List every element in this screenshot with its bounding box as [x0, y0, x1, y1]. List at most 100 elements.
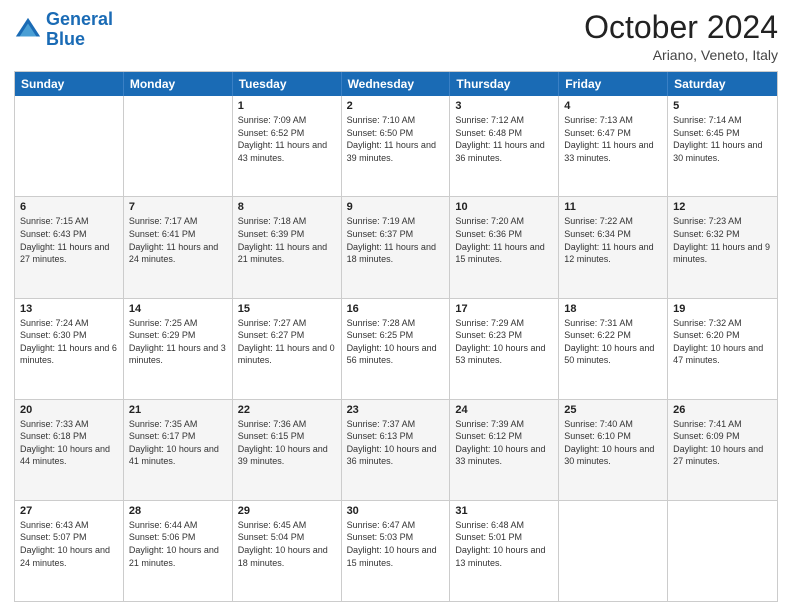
day-number: 7 [129, 201, 227, 213]
cell-content: Sunrise: 7:09 AM Sunset: 6:52 PM Dayligh… [238, 114, 336, 164]
cell-content: Sunrise: 7:40 AM Sunset: 6:10 PM Dayligh… [564, 418, 662, 468]
header-tuesday: Tuesday [233, 72, 342, 96]
table-row: 2 Sunrise: 7:10 AM Sunset: 6:50 PM Daylig… [342, 96, 451, 196]
day-number: 30 [347, 505, 445, 517]
table-row: 16 Sunrise: 7:28 AM Sunset: 6:25 PM Dayli… [342, 299, 451, 399]
cell-content: Sunrise: 6:45 AM Sunset: 5:04 PM Dayligh… [238, 519, 336, 569]
table-row: 7Sunrise: 7:17 AM Sunset: 6:41 PM Daylig… [124, 197, 233, 297]
cell-content: Sunrise: 7:35 AM Sunset: 6:17 PM Dayligh… [129, 418, 227, 468]
header-saturday: Saturday [668, 72, 777, 96]
table-row: 24 Sunrise: 7:39 AM Sunset: 6:12 PM Dayli… [450, 400, 559, 500]
calendar-header: Sunday Monday Tuesday Wednesday Thursday… [15, 72, 777, 96]
table-row [124, 96, 233, 196]
header-thursday: Thursday [450, 72, 559, 96]
table-row [15, 96, 124, 196]
cell-content: Sunrise: 7:28 AM Sunset: 6:25 PM Dayligh… [347, 317, 445, 367]
calendar-row: 20Sunrise: 7:33 AM Sunset: 6:18 PM Dayli… [15, 399, 777, 500]
day-number: 29 [238, 505, 336, 517]
cell-content: Sunrise: 6:48 AM Sunset: 5:01 PM Dayligh… [455, 519, 553, 569]
cell-content: Sunrise: 7:14 AM Sunset: 6:45 PM Dayligh… [673, 114, 772, 164]
table-row: 31 Sunrise: 6:48 AM Sunset: 5:01 PM Dayli… [450, 501, 559, 601]
table-row [559, 501, 668, 601]
table-row: 6 Sunrise: 7:15 AM Sunset: 6:43 PM Daylig… [15, 197, 124, 297]
calendar: Sunday Monday Tuesday Wednesday Thursday… [14, 71, 778, 602]
day-number: 1 [238, 100, 336, 112]
day-number: 10 [455, 201, 553, 213]
cell-content: Sunrise: 7:32 AM Sunset: 6:20 PM Dayligh… [673, 317, 772, 367]
header-friday: Friday [559, 72, 668, 96]
table-row: 20Sunrise: 7:33 AM Sunset: 6:18 PM Dayli… [15, 400, 124, 500]
logo-text: General Blue [46, 10, 113, 50]
cell-content: Sunrise: 7:13 AM Sunset: 6:47 PM Dayligh… [564, 114, 662, 164]
table-row: 28 Sunrise: 6:44 AM Sunset: 5:06 PM Dayli… [124, 501, 233, 601]
table-row: 8Sunrise: 7:18 AM Sunset: 6:39 PM Daylig… [233, 197, 342, 297]
logo-blue: Blue [46, 29, 85, 49]
table-row: 30 Sunrise: 6:47 AM Sunset: 5:03 PM Dayli… [342, 501, 451, 601]
day-number: 21 [129, 404, 227, 416]
cell-content: Sunrise: 7:22 AM Sunset: 6:34 PM Dayligh… [564, 215, 662, 265]
table-row: 19 Sunrise: 7:32 AM Sunset: 6:20 PM Dayli… [668, 299, 777, 399]
day-number: 11 [564, 201, 662, 213]
table-row: 25Sunrise: 7:40 AM Sunset: 6:10 PM Dayli… [559, 400, 668, 500]
logo-general: General [46, 9, 113, 29]
table-row: 1 Sunrise: 7:09 AM Sunset: 6:52 PM Daylig… [233, 96, 342, 196]
day-number: 28 [129, 505, 227, 517]
table-row: 9 Sunrise: 7:19 AM Sunset: 6:37 PM Daylig… [342, 197, 451, 297]
day-number: 12 [673, 201, 772, 213]
calendar-body: 1 Sunrise: 7:09 AM Sunset: 6:52 PM Daylig… [15, 96, 777, 601]
day-number: 6 [20, 201, 118, 213]
cell-content: Sunrise: 6:43 AM Sunset: 5:07 PM Dayligh… [20, 519, 118, 569]
table-row: 29 Sunrise: 6:45 AM Sunset: 5:04 PM Dayli… [233, 501, 342, 601]
day-number: 23 [347, 404, 445, 416]
table-row: 14Sunrise: 7:25 AM Sunset: 6:29 PM Dayli… [124, 299, 233, 399]
table-row: 17 Sunrise: 7:29 AM Sunset: 6:23 PM Dayli… [450, 299, 559, 399]
day-number: 27 [20, 505, 118, 517]
day-number: 4 [564, 100, 662, 112]
table-row: 18Sunrise: 7:31 AM Sunset: 6:22 PM Dayli… [559, 299, 668, 399]
cell-content: Sunrise: 7:41 AM Sunset: 6:09 PM Dayligh… [673, 418, 772, 468]
day-number: 14 [129, 303, 227, 315]
day-number: 19 [673, 303, 772, 315]
cell-content: Sunrise: 7:10 AM Sunset: 6:50 PM Dayligh… [347, 114, 445, 164]
table-row: 27 Sunrise: 6:43 AM Sunset: 5:07 PM Dayli… [15, 501, 124, 601]
table-row: 22Sunrise: 7:36 AM Sunset: 6:15 PM Dayli… [233, 400, 342, 500]
cell-content: Sunrise: 7:12 AM Sunset: 6:48 PM Dayligh… [455, 114, 553, 164]
table-row: 4 Sunrise: 7:13 AM Sunset: 6:47 PM Daylig… [559, 96, 668, 196]
cell-content: Sunrise: 7:39 AM Sunset: 6:12 PM Dayligh… [455, 418, 553, 468]
cell-content: Sunrise: 7:19 AM Sunset: 6:37 PM Dayligh… [347, 215, 445, 265]
location: Ariano, Veneto, Italy [584, 47, 778, 63]
table-row: 5 Sunrise: 7:14 AM Sunset: 6:45 PM Daylig… [668, 96, 777, 196]
cell-content: Sunrise: 7:15 AM Sunset: 6:43 PM Dayligh… [20, 215, 118, 265]
table-row: 10 Sunrise: 7:20 AM Sunset: 6:36 PM Dayli… [450, 197, 559, 297]
calendar-row: 1 Sunrise: 7:09 AM Sunset: 6:52 PM Daylig… [15, 96, 777, 196]
cell-content: Sunrise: 7:23 AM Sunset: 6:32 PM Dayligh… [673, 215, 772, 265]
cell-content: Sunrise: 7:36 AM Sunset: 6:15 PM Dayligh… [238, 418, 336, 468]
header: General Blue October 2024 Ariano, Veneto… [14, 10, 778, 63]
day-number: 20 [20, 404, 118, 416]
logo: General Blue [14, 10, 113, 50]
day-number: 17 [455, 303, 553, 315]
day-number: 31 [455, 505, 553, 517]
day-number: 9 [347, 201, 445, 213]
cell-content: Sunrise: 7:37 AM Sunset: 6:13 PM Dayligh… [347, 418, 445, 468]
day-number: 24 [455, 404, 553, 416]
calendar-row: 27 Sunrise: 6:43 AM Sunset: 5:07 PM Dayli… [15, 500, 777, 601]
day-number: 18 [564, 303, 662, 315]
day-number: 16 [347, 303, 445, 315]
day-number: 5 [673, 100, 772, 112]
cell-content: Sunrise: 7:20 AM Sunset: 6:36 PM Dayligh… [455, 215, 553, 265]
day-number: 3 [455, 100, 553, 112]
cell-content: Sunrise: 6:44 AM Sunset: 5:06 PM Dayligh… [129, 519, 227, 569]
calendar-row: 6 Sunrise: 7:15 AM Sunset: 6:43 PM Daylig… [15, 196, 777, 297]
logo-icon [14, 16, 42, 44]
table-row: 23 Sunrise: 7:37 AM Sunset: 6:13 PM Dayli… [342, 400, 451, 500]
table-row: 15Sunrise: 7:27 AM Sunset: 6:27 PM Dayli… [233, 299, 342, 399]
calendar-row: 13Sunrise: 7:24 AM Sunset: 6:30 PM Dayli… [15, 298, 777, 399]
header-monday: Monday [124, 72, 233, 96]
table-row [668, 501, 777, 601]
cell-content: Sunrise: 7:29 AM Sunset: 6:23 PM Dayligh… [455, 317, 553, 367]
cell-content: Sunrise: 6:47 AM Sunset: 5:03 PM Dayligh… [347, 519, 445, 569]
header-wednesday: Wednesday [342, 72, 451, 96]
day-number: 2 [347, 100, 445, 112]
day-number: 15 [238, 303, 336, 315]
